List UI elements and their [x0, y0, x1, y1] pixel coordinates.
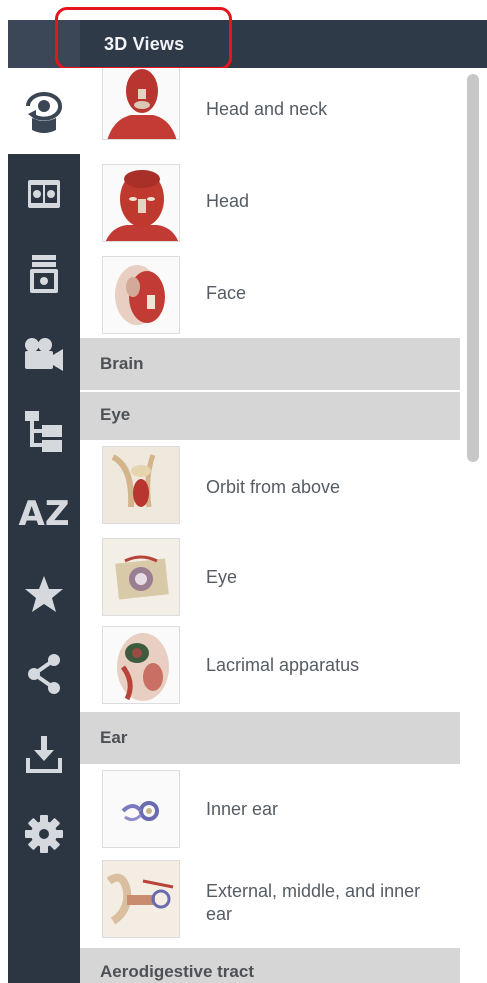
- list-item-eye[interactable]: Eye: [80, 534, 460, 622]
- split-panel-icon: [27, 179, 61, 209]
- section-label: Aerodigestive tract: [100, 962, 254, 981]
- section-label: Ear: [100, 728, 128, 747]
- section-label: Brain: [100, 354, 144, 373]
- 3d-rotate-icon: [20, 86, 68, 136]
- share-icon: [26, 652, 62, 696]
- stacked-layers-icon: [29, 254, 59, 294]
- list-item-label: Head: [206, 191, 250, 211]
- sidebar-item-video[interactable]: [8, 314, 80, 394]
- list-item-label: Lacrimal apparatus: [206, 655, 360, 675]
- sidebar-item-download[interactable]: [8, 714, 80, 794]
- list-item-label: Eye: [206, 567, 238, 587]
- sidebar-item-favorites[interactable]: [8, 554, 80, 634]
- sidebar-item-3d-views[interactable]: [8, 68, 80, 154]
- gear-icon: [24, 814, 64, 854]
- sidebar: AZ: [8, 68, 80, 983]
- list-item-label: Face: [206, 283, 247, 303]
- eye-thumbnail: [102, 538, 180, 616]
- section-header-brain[interactable]: Brain: [80, 338, 460, 390]
- title-highlight-box: [55, 7, 232, 70]
- orbit-from-above-thumbnail: [102, 446, 180, 524]
- section-label: Eye: [100, 405, 131, 424]
- list-item-face[interactable]: Face: [80, 252, 460, 338]
- sidebar-item-hierarchy[interactable]: [8, 394, 80, 474]
- list-item-lacrimal-apparatus[interactable]: Lacrimal apparatus: [80, 622, 460, 710]
- section-header-ear[interactable]: Ear: [80, 712, 460, 764]
- head-and-neck-thumbnail: [102, 68, 180, 140]
- list-item-external-middle-inner-ear[interactable]: External, middle, and inner ear: [80, 856, 460, 946]
- section-header-aerodigestive-tract[interactable]: Aerodigestive tract: [80, 948, 460, 983]
- sidebar-item-az-index[interactable]: AZ: [8, 474, 80, 554]
- list-item-label: Head and neck: [206, 99, 328, 119]
- az-text: AZ: [18, 494, 70, 534]
- section-header-eye[interactable]: Eye: [80, 392, 460, 440]
- lacrimal-apparatus-thumbnail: [102, 626, 180, 704]
- scrollbar-thumb[interactable]: [467, 74, 479, 462]
- hierarchy-tree-icon: [24, 410, 64, 458]
- sidebar-item-split-view[interactable]: [8, 154, 80, 234]
- sidebar-item-settings[interactable]: [8, 794, 80, 874]
- face-thumbnail: [102, 256, 180, 334]
- head-thumbnail: [102, 164, 180, 242]
- views-list: Head and neck Head Face Brain Eye Orbit …: [80, 68, 460, 983]
- list-item-label: External, middle, and inner ear: [206, 881, 421, 924]
- sidebar-item-layers[interactable]: [8, 234, 80, 314]
- a-to-z-icon: AZ: [19, 497, 70, 531]
- list-item-label: Inner ear: [206, 799, 279, 819]
- external-middle-inner-ear-thumbnail: [102, 860, 180, 938]
- download-icon: [25, 734, 63, 774]
- list-item-inner-ear[interactable]: Inner ear: [80, 766, 460, 856]
- list-item-head[interactable]: Head: [80, 160, 460, 252]
- list-item-orbit-from-above[interactable]: Orbit from above: [80, 442, 460, 534]
- list-item-label: Orbit from above: [206, 477, 341, 497]
- video-camera-icon: [23, 337, 65, 371]
- list-item-head-and-neck[interactable]: Head and neck: [80, 68, 460, 160]
- inner-ear-thumbnail: [102, 770, 180, 848]
- star-icon: [24, 575, 64, 613]
- sidebar-item-share[interactable]: [8, 634, 80, 714]
